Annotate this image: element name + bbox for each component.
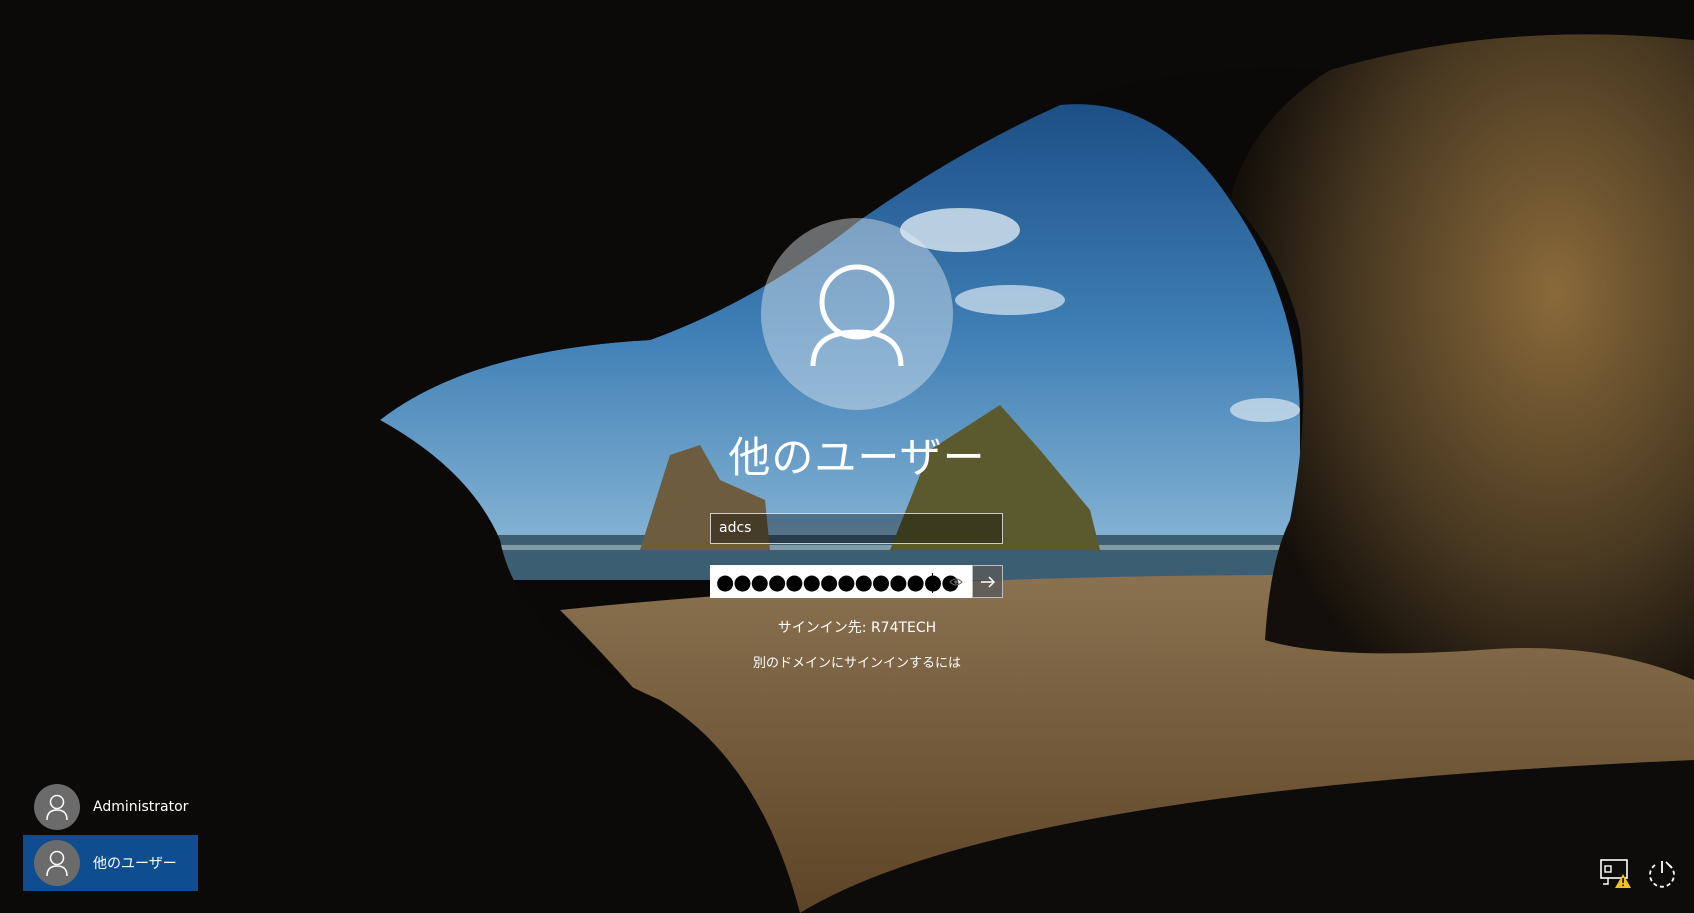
user-item-administrator[interactable]: Administrator	[23, 779, 198, 835]
login-title: 他のユーザー	[728, 433, 986, 482]
user-avatar	[761, 218, 953, 410]
text-caret	[932, 573, 933, 593]
submit-button[interactable]	[972, 565, 1003, 598]
eye-icon[interactable]	[949, 577, 963, 587]
sign-in-domain-text: サインイン先: R74TECH	[777, 620, 937, 636]
user-item-other-user[interactable]: 他のユーザー	[23, 835, 198, 891]
arrow-right-icon	[980, 575, 995, 588]
password-row: ●●●●●●●●●●●●●●	[710, 565, 1003, 598]
user-switcher-list: Administrator 他のユーザー	[23, 779, 198, 891]
password-input[interactable]: ●●●●●●●●●●●●●●	[710, 565, 972, 598]
password-mask: ●●●●●●●●●●●●●●	[716, 570, 960, 594]
username-input[interactable]: adcs	[710, 513, 1003, 544]
other-domain-link[interactable]: 別のドメインにサインインするには	[647, 652, 1067, 671]
user-icon	[810, 264, 904, 366]
user-item-label: 他のユーザー	[93, 856, 177, 872]
small-avatar	[34, 840, 80, 886]
network-warning-icon[interactable]	[1599, 858, 1633, 890]
power-icon[interactable]	[1646, 858, 1678, 890]
user-icon	[46, 794, 68, 820]
user-item-label: Administrator	[93, 799, 189, 815]
user-icon	[46, 850, 68, 876]
small-avatar	[34, 784, 80, 830]
login-panel: 他のユーザー adcs ●●●●●●●●●●●●●● サインイン先: R74TE…	[0, 0, 1694, 913]
